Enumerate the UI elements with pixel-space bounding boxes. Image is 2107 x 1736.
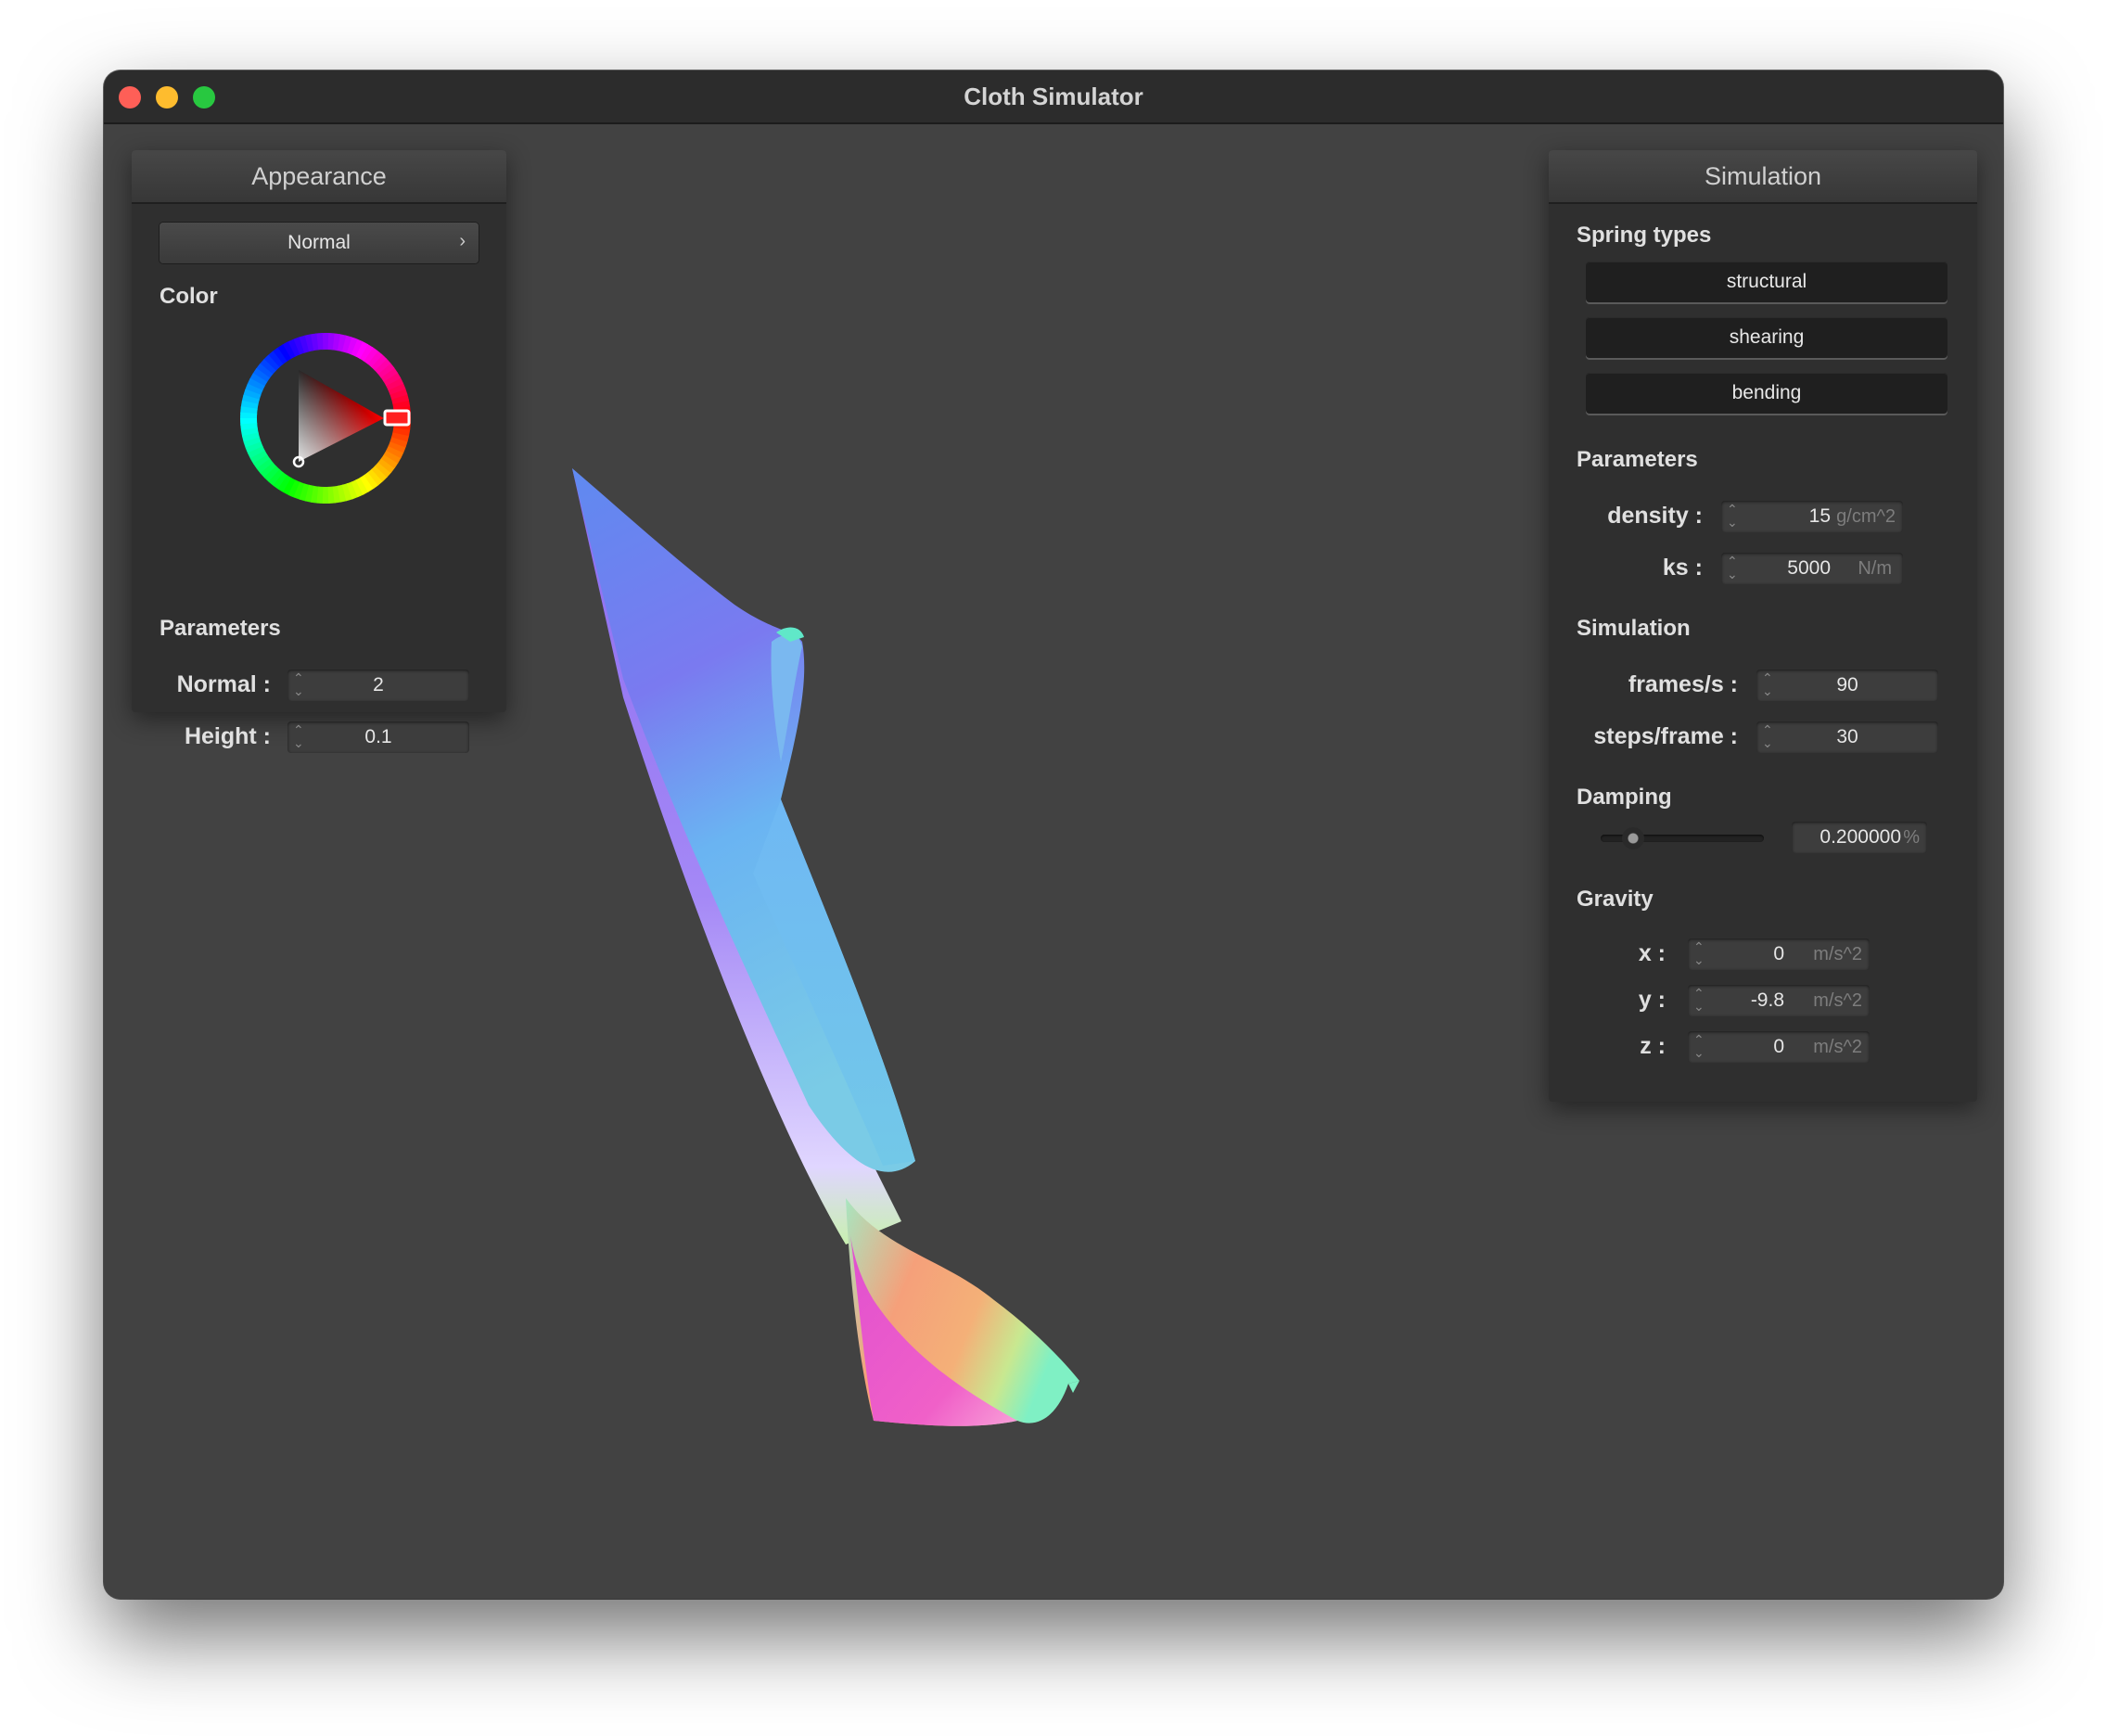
shearing-spring-toggle[interactable]: shearing: [1586, 317, 1947, 358]
height-label: Height :: [184, 723, 271, 749]
color-wheel[interactable]: [237, 330, 414, 506]
title-bar: Cloth Simulator: [104, 70, 2003, 124]
steps-label: steps/frame :: [1593, 723, 1738, 749]
color-label: Color: [160, 284, 218, 309]
spinner-icon[interactable]: ⌃ ⌄: [1727, 555, 1738, 581]
spinner-icon[interactable]: ⌃ ⌄: [1727, 503, 1738, 529]
spinner-icon[interactable]: ⌃ ⌄: [1693, 1033, 1705, 1059]
gravity-z-label: z :: [1640, 1033, 1666, 1059]
window-title: Cloth Simulator: [964, 83, 1143, 110]
appearance-parameters-label: Parameters: [160, 616, 281, 641]
shader-dropdown[interactable]: Normal ›: [160, 223, 479, 263]
spinner-icon[interactable]: ⌃ ⌄: [1693, 940, 1705, 966]
hue-handle[interactable]: [383, 409, 411, 427]
normal-input[interactable]: ⌃ ⌄ 2: [287, 670, 469, 701]
fps-input[interactable]: ⌃ ⌄ 90: [1756, 670, 1938, 701]
shader-dropdown-value: Normal: [287, 232, 351, 253]
damping-slider-knob[interactable]: [1622, 827, 1645, 849]
cloth-mesh: [572, 468, 1079, 1426]
bending-spring-toggle[interactable]: bending: [1586, 373, 1947, 414]
density-input[interactable]: ⌃ ⌄ 15 g/cm^2: [1721, 501, 1903, 532]
damping-input[interactable]: 0.200000 %: [1792, 822, 1927, 853]
normal-label: Normal :: [176, 671, 271, 697]
gravity-label: Gravity: [1577, 887, 1654, 912]
simulation-panel: Simulation Spring types structural shear…: [1549, 150, 1977, 1102]
chevron-right-icon: ›: [459, 231, 466, 251]
damping-label: Damping: [1577, 785, 1672, 810]
simulation-header: Simulation: [1549, 150, 1977, 204]
app-window: Cloth Simulator Appearance Normal › Colo…: [104, 70, 2003, 1599]
damping-slider[interactable]: [1601, 827, 1764, 849]
gravity-z-input[interactable]: ⌃ ⌄ 0 m/s^2: [1688, 1031, 1870, 1063]
spinner-icon[interactable]: ⌃ ⌄: [1693, 987, 1705, 1013]
steps-input[interactable]: ⌃ ⌄ 30: [1756, 721, 1938, 753]
gravity-x-input[interactable]: ⌃ ⌄ 0 m/s^2: [1688, 938, 1870, 970]
gravity-x-label: x :: [1638, 940, 1666, 966]
appearance-header: Appearance: [132, 150, 506, 204]
density-label: density :: [1607, 503, 1703, 529]
gravity-y-input[interactable]: ⌃ ⌄ -9.8 m/s^2: [1688, 985, 1870, 1016]
ks-input[interactable]: ⌃ ⌄ 5000 N/m: [1721, 553, 1903, 584]
structural-spring-toggle[interactable]: structural: [1586, 262, 1947, 302]
appearance-panel: Appearance Normal › Color Parameters Nor…: [132, 150, 506, 753]
sim-parameters-label: Parameters: [1577, 447, 1698, 472]
simulation-section-label: Simulation: [1577, 616, 1691, 641]
ks-label: ks :: [1662, 555, 1703, 581]
height-input[interactable]: ⌃ ⌄ 0.1: [287, 721, 469, 753]
gravity-y-label: y :: [1638, 987, 1666, 1013]
spring-types-label: Spring types: [1577, 223, 1712, 248]
fps-label: frames/s :: [1628, 671, 1738, 697]
